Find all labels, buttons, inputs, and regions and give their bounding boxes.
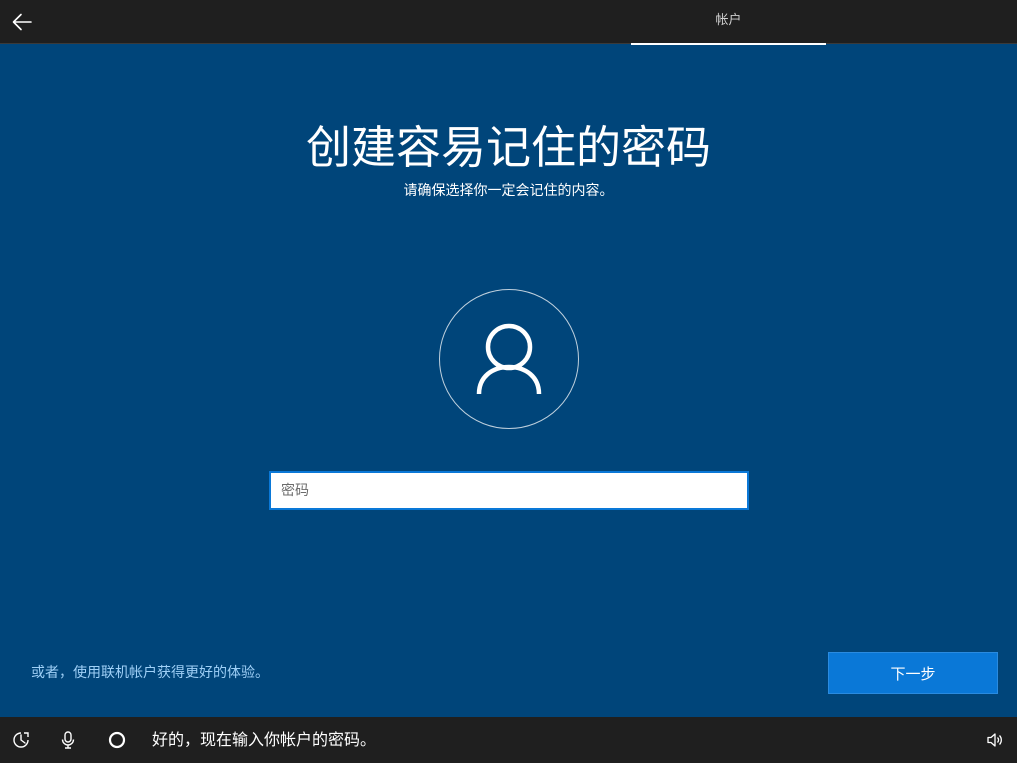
tab-account[interactable]: 帐户 xyxy=(631,0,826,45)
ease-of-access-button[interactable] xyxy=(9,728,33,752)
next-button-label: 下一步 xyxy=(890,664,936,683)
next-button[interactable]: 下一步 xyxy=(828,652,998,694)
cortana-button[interactable] xyxy=(105,728,129,752)
page-subtitle: 请确保选择你一定会记住的内容。 xyxy=(403,183,614,199)
microphone-icon xyxy=(61,731,75,749)
volume-button[interactable] xyxy=(983,728,1007,752)
password-field-container xyxy=(269,471,749,510)
bottom-bar: 好的，现在输入你帐户的密码。 xyxy=(0,717,1017,763)
password-input[interactable] xyxy=(271,473,747,508)
tab-account-label: 帐户 xyxy=(715,13,742,28)
top-bar: 帐户 xyxy=(0,0,1017,45)
ease-of-access-icon xyxy=(13,732,29,748)
tab-active-indicator xyxy=(631,43,826,45)
back-button[interactable] xyxy=(6,6,38,38)
avatar xyxy=(439,289,579,429)
page-title: 创建容易记住的密码 xyxy=(305,121,711,174)
cortana-message: 好的，现在输入你帐户的密码。 xyxy=(152,730,377,749)
user-icon xyxy=(476,323,542,395)
volume-icon xyxy=(987,733,1002,747)
cortana-circle-icon xyxy=(108,731,126,749)
microphone-button[interactable] xyxy=(56,728,80,752)
back-arrow-icon xyxy=(12,13,32,31)
online-account-link[interactable]: 或者，使用联机帐户获得更好的体验。 xyxy=(31,662,269,684)
